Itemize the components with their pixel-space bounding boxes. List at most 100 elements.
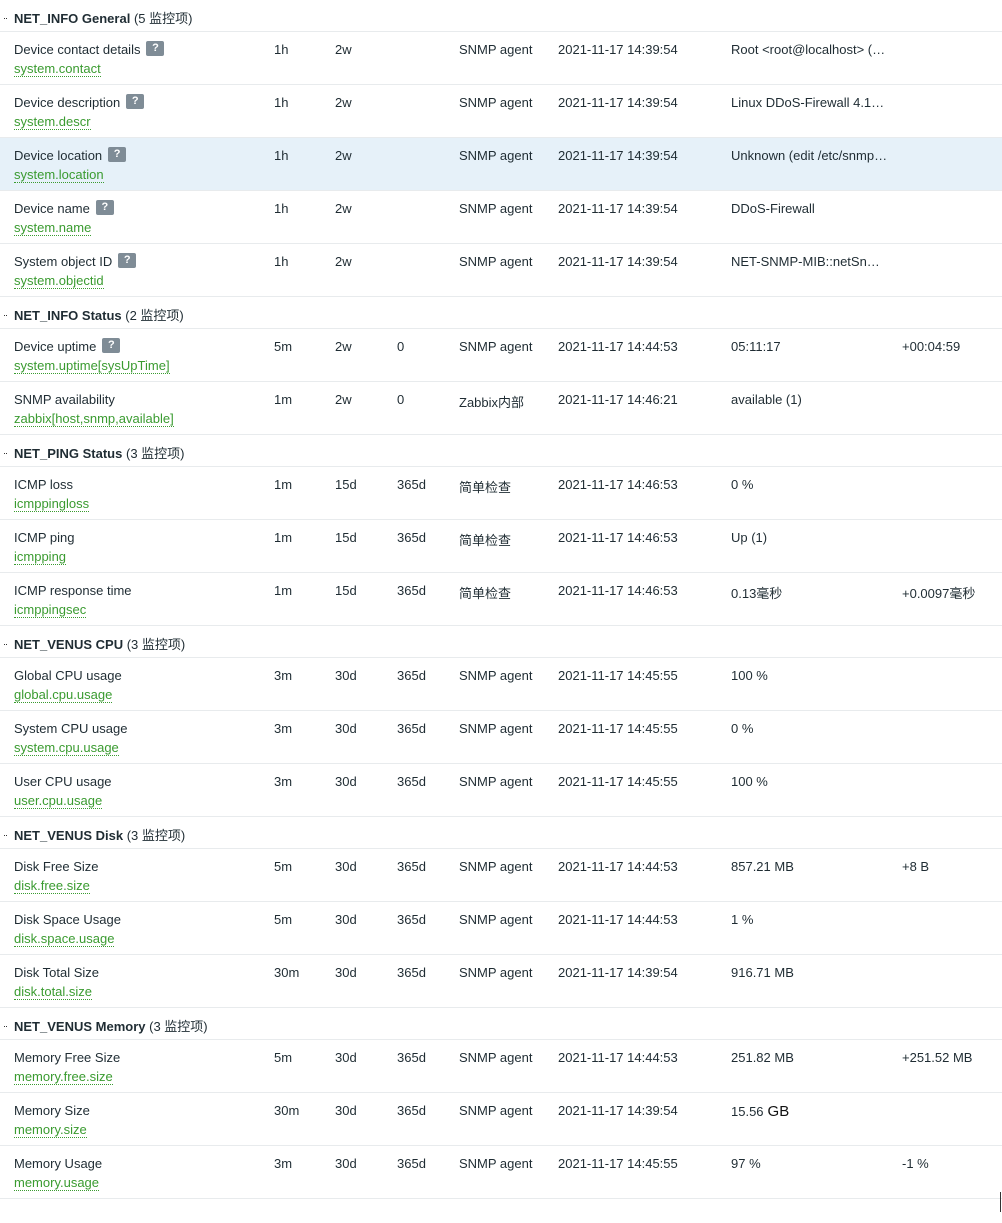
group-toggle-marker[interactable] bbox=[4, 644, 7, 646]
item-last-value-cell: 100 % bbox=[731, 668, 768, 683]
table-row: Device contact details? system.contact 1h 2… bbox=[0, 32, 1002, 85]
item-last-check: 2021-11-17 14:39:54 bbox=[558, 1103, 678, 1118]
group-header[interactable]: NET_VENUS Disk (3 监控项) bbox=[0, 817, 1002, 849]
help-icon[interactable]: ? bbox=[108, 147, 127, 162]
item-last-check: 2021-11-17 14:46:53 bbox=[558, 583, 678, 598]
item-history: 30d bbox=[335, 859, 357, 874]
table-row: Device name? system.name 1h 2w SNMP agent 202… bbox=[0, 191, 1002, 244]
item-key-link[interactable]: disk.total.size bbox=[14, 985, 93, 1000]
group-toggle-marker[interactable] bbox=[4, 315, 7, 317]
item-history: 30d bbox=[335, 1050, 357, 1065]
help-icon[interactable]: ? bbox=[95, 200, 114, 215]
item-last-value-cell: 0.13毫秒 bbox=[731, 583, 782, 602]
item-type: SNMP agent bbox=[459, 912, 533, 927]
group-item-count: (2 监控项) bbox=[125, 308, 184, 323]
group-header[interactable]: NET_INFO General (5 监控项) bbox=[0, 0, 1002, 32]
item-last-value: 0.13毫秒 bbox=[731, 586, 783, 601]
item-name-cell: Disk Free Size bbox=[14, 859, 99, 874]
item-history: 2w bbox=[335, 148, 352, 163]
group-item-count: (3 监控项) bbox=[125, 446, 185, 461]
table-row: Memory Free Size memory.free.size 5m 30d 365… bbox=[0, 1040, 1002, 1093]
group-title[interactable]: NET_INFO Status bbox=[14, 308, 122, 323]
group-title[interactable]: NET_VENUS CPU bbox=[14, 637, 123, 652]
item-change: +8 B bbox=[902, 859, 930, 874]
item-key-link[interactable]: system.objectid bbox=[14, 274, 104, 289]
table-row: Device uptime? system.uptime[sysUpTime] 5m… bbox=[0, 329, 1002, 382]
item-last-check: 2021-11-17 14:44:53 bbox=[558, 859, 678, 874]
item-key-link[interactable]: system.name bbox=[14, 221, 92, 236]
item-last-value-cell: 251.82 MB bbox=[731, 1050, 794, 1065]
item-key-link[interactable]: user.cpu.usage bbox=[14, 794, 103, 809]
table-row: Device description? system.descr 1h 2w SNMP … bbox=[0, 85, 1002, 138]
item-key-link[interactable]: global.cpu.usage bbox=[14, 688, 113, 703]
item-key-link[interactable]: disk.free.size bbox=[14, 879, 90, 894]
item-key-link[interactable]: zabbix[host,snmp,available] bbox=[14, 412, 174, 427]
table-row: Disk Total Size disk.total.size 30m 30d 365d… bbox=[0, 955, 1002, 1008]
item-key-link[interactable]: memory.size bbox=[14, 1123, 87, 1138]
item-key-link[interactable]: system.contact bbox=[14, 62, 101, 77]
group-title-wrap: NET_INFO General (5 监控项) bbox=[14, 8, 192, 27]
item-last-value: 05:11:17 bbox=[731, 339, 781, 354]
group-title[interactable]: NET_INFO General bbox=[14, 11, 130, 26]
item-last-check: 2021-11-17 14:45:55 bbox=[558, 774, 678, 789]
help-icon[interactable]: ? bbox=[126, 94, 145, 109]
group-header[interactable]: NET_INFO Status (2 监控项) bbox=[0, 297, 1002, 329]
item-key-link[interactable]: disk.space.usage bbox=[14, 932, 115, 947]
group-title[interactable]: NET_VENUS Disk bbox=[14, 828, 123, 843]
item-key-link[interactable]: memory.free.size bbox=[14, 1070, 113, 1085]
item-name: Device location bbox=[14, 148, 103, 163]
group-title[interactable]: NET_PING Status bbox=[14, 446, 122, 461]
table-row: Memory Size memory.size 30m 30d 365d SNMP age… bbox=[0, 1093, 1002, 1146]
item-last-check: 2021-11-17 14:39:54 bbox=[558, 254, 678, 269]
item-interval: 1h bbox=[274, 148, 289, 163]
item-key-link[interactable]: icmppingsec bbox=[14, 603, 87, 618]
item-history: 30d bbox=[335, 721, 357, 736]
item-key-link[interactable]: system.descr bbox=[14, 115, 91, 130]
group-title[interactable]: NET_VENUS Memory bbox=[14, 1019, 145, 1034]
group-header[interactable]: NET_VENUS CPU (3 监控项) bbox=[0, 626, 1002, 658]
item-last-value-cell: 15.56 GB bbox=[731, 1103, 789, 1120]
item-name: Device description bbox=[14, 95, 121, 110]
item-name-cell: Memory Free Size bbox=[14, 1050, 120, 1065]
item-type: SNMP agent bbox=[459, 254, 533, 269]
item-last-value: 0 % bbox=[731, 477, 754, 492]
item-last-value-cell: Linux DDoS-Firewall 4.1… bbox=[731, 95, 884, 110]
table-row: Disk Free Size disk.free.size 5m 30d 365d SNM… bbox=[0, 849, 1002, 902]
item-name: ICMP response time bbox=[14, 583, 132, 598]
item-key-link[interactable]: icmppingloss bbox=[14, 497, 90, 512]
item-last-value-cell: 97 % bbox=[731, 1156, 761, 1171]
group-toggle-marker[interactable] bbox=[4, 18, 7, 20]
item-name-cell: ICMP response time bbox=[14, 583, 132, 598]
item-last-check: 2021-11-17 14:46:21 bbox=[558, 392, 678, 407]
table-row: ICMP response time icmppingsec 1m 15d 365d 简单… bbox=[0, 573, 1002, 626]
item-key-link[interactable]: icmpping bbox=[14, 550, 67, 565]
help-icon[interactable]: ? bbox=[146, 41, 165, 56]
item-last-value-cell: 857.21 MB bbox=[731, 859, 794, 874]
help-icon[interactable]: ? bbox=[102, 338, 121, 353]
item-last-value: 100 % bbox=[731, 668, 768, 683]
group-toggle-marker[interactable] bbox=[4, 835, 7, 837]
group-header[interactable]: NET_VENUS Memory (3 监控项) bbox=[0, 1008, 1002, 1040]
item-history: 2w bbox=[335, 254, 352, 269]
item-key-link[interactable]: system.uptime[sysUpTime] bbox=[14, 359, 170, 374]
item-key-link[interactable]: memory.usage bbox=[14, 1176, 100, 1191]
item-type: SNMP agent bbox=[459, 95, 533, 110]
item-key-link[interactable]: system.cpu.usage bbox=[14, 741, 119, 756]
item-type: Zabbix内部 bbox=[459, 395, 525, 410]
item-last-value: DDoS-Firewall bbox=[731, 201, 815, 216]
item-history: 30d bbox=[335, 912, 357, 927]
item-history: 2w bbox=[335, 42, 352, 57]
group-item-count: (3 监控项) bbox=[126, 828, 186, 843]
item-type: SNMP agent bbox=[459, 774, 533, 789]
item-last-value-cell: 1 % bbox=[731, 912, 753, 927]
group-title-wrap: NET_PING Status (3 监控项) bbox=[14, 443, 185, 462]
group-title-wrap: NET_VENUS Disk (3 监控项) bbox=[14, 825, 185, 844]
help-icon[interactable]: ? bbox=[118, 253, 137, 268]
group-header[interactable]: NET_PING Status (3 监控项) bbox=[0, 435, 1002, 467]
item-name: SNMP availability bbox=[14, 392, 115, 407]
group-toggle-marker[interactable] bbox=[4, 453, 7, 455]
table-row: Device location? system.location 1h 2w SNMP … bbox=[0, 138, 1002, 191]
item-history: 30d bbox=[335, 1156, 357, 1171]
group-toggle-marker[interactable] bbox=[4, 1026, 7, 1028]
item-key-link[interactable]: system.location bbox=[14, 168, 104, 183]
